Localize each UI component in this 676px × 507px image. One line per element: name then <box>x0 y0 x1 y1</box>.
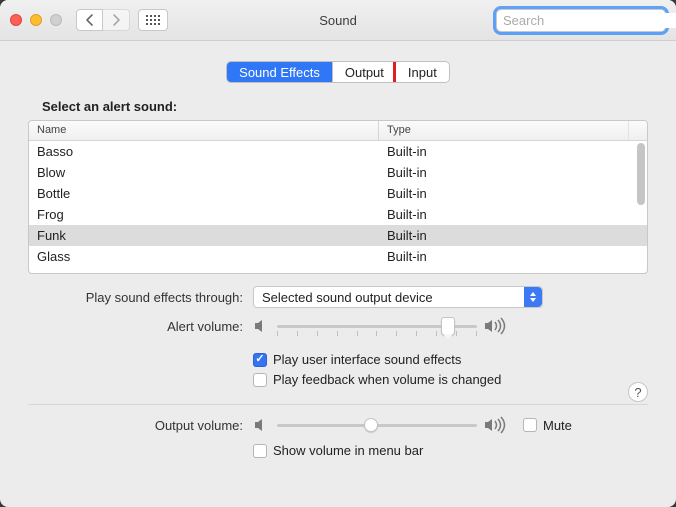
slider-thumb[interactable] <box>441 317 455 335</box>
table-body: BassoBuilt-inBlowBuilt-inBottleBuilt-inF… <box>29 141 647 273</box>
alert-volume-slider[interactable] <box>277 316 477 336</box>
output-volume-row: Output volume: Mute <box>28 415 648 435</box>
row-name: Glass <box>29 249 379 264</box>
row-type: Built-in <box>379 186 647 201</box>
play-ui-sounds-row: Play user interface sound effects <box>28 352 648 367</box>
tab-sound-effects[interactable]: Sound Effects <box>227 62 332 82</box>
play-feedback-row: Play feedback when volume is changed <box>28 372 648 387</box>
play-ui-sounds-checkbox[interactable] <box>253 353 267 367</box>
effects-device-value: Selected sound output device <box>262 290 433 305</box>
nav-buttons <box>76 9 130 31</box>
table-header: Name Type <box>29 121 647 141</box>
effects-device-select[interactable]: Selected sound output device <box>253 286 543 308</box>
search-input[interactable] <box>503 13 676 28</box>
tab-input[interactable]: Input <box>396 62 449 82</box>
tab-output[interactable]: Output <box>332 62 396 82</box>
annotation-highlight: Input <box>393 61 450 83</box>
table-row[interactable]: BlowBuilt-in <box>29 162 647 183</box>
dropdown-arrows-icon <box>524 287 542 307</box>
row-type: Built-in <box>379 228 647 243</box>
col-name[interactable]: Name <box>29 121 379 140</box>
row-type: Built-in <box>379 207 647 222</box>
row-name: Basso <box>29 144 379 159</box>
show-menu-bar-checkbox[interactable] <box>253 444 267 458</box>
back-button[interactable] <box>76 9 103 31</box>
row-type: Built-in <box>379 144 647 159</box>
effects-device-row: Play sound effects through: Selected sou… <box>28 286 648 308</box>
search-field[interactable] <box>496 9 666 32</box>
separator <box>28 404 648 405</box>
speaker-low-icon <box>253 417 271 433</box>
speaker-high-icon <box>483 416 509 434</box>
col-type[interactable]: Type <box>379 121 629 140</box>
row-name: Bottle <box>29 186 379 201</box>
help-button[interactable]: ? <box>628 382 648 402</box>
row-name: Frog <box>29 207 379 222</box>
forward-button <box>103 9 130 31</box>
table-row[interactable]: FrogBuilt-in <box>29 204 647 225</box>
row-name: Blow <box>29 165 379 180</box>
alert-volume-row: Alert volume: <box>28 316 648 336</box>
chevron-left-icon <box>85 14 94 26</box>
alert-sounds-table[interactable]: Name Type BassoBuilt-inBlowBuilt-inBottl… <box>28 120 648 274</box>
grid-icon <box>146 15 161 26</box>
content-area: Sound Effects Output Input Select an ale… <box>0 41 676 400</box>
table-row[interactable]: BottleBuilt-in <box>29 183 647 204</box>
alert-volume-label: Alert volume: <box>28 319 253 334</box>
sound-preferences-window: Sound Sound Effects Output Input Select … <box>0 0 676 507</box>
play-feedback-label: Play feedback when volume is changed <box>273 372 501 387</box>
minimize-window-button[interactable] <box>30 14 42 26</box>
play-feedback-checkbox[interactable] <box>253 373 267 387</box>
table-row[interactable]: GlassBuilt-in <box>29 246 647 267</box>
table-row[interactable]: FunkBuilt-in <box>29 225 647 246</box>
scrollbar-thumb[interactable] <box>637 143 645 205</box>
mute-checkbox[interactable] <box>523 418 537 432</box>
table-row[interactable]: BassoBuilt-in <box>29 141 647 162</box>
close-window-button[interactable] <box>10 14 22 26</box>
window-controls <box>10 14 62 26</box>
effects-device-label: Play sound effects through: <box>28 290 253 305</box>
mute-row: Mute <box>523 418 572 433</box>
speaker-low-icon <box>253 318 271 334</box>
play-ui-sounds-label: Play user interface sound effects <box>273 352 461 367</box>
output-volume-slider[interactable] <box>277 415 477 435</box>
row-name: Funk <box>29 228 379 243</box>
titlebar: Sound <box>0 0 676 41</box>
show-menu-bar-row: Show volume in menu bar <box>28 443 648 458</box>
row-type: Built-in <box>379 249 647 264</box>
show-all-button[interactable] <box>138 9 168 31</box>
bottom-area: Output volume: Mute <box>0 415 676 475</box>
row-type: Built-in <box>379 165 647 180</box>
zoom-window-button <box>50 14 62 26</box>
tab-segment: Sound Effects Output Input <box>226 61 450 83</box>
mute-label: Mute <box>543 418 572 433</box>
tabs: Sound Effects Output Input <box>28 61 648 83</box>
speaker-high-icon <box>483 317 509 335</box>
chevron-right-icon <box>112 14 121 26</box>
output-volume-label: Output volume: <box>28 418 253 433</box>
section-title: Select an alert sound: <box>42 99 634 114</box>
show-menu-bar-label: Show volume in menu bar <box>273 443 423 458</box>
slider-thumb[interactable] <box>364 418 378 432</box>
